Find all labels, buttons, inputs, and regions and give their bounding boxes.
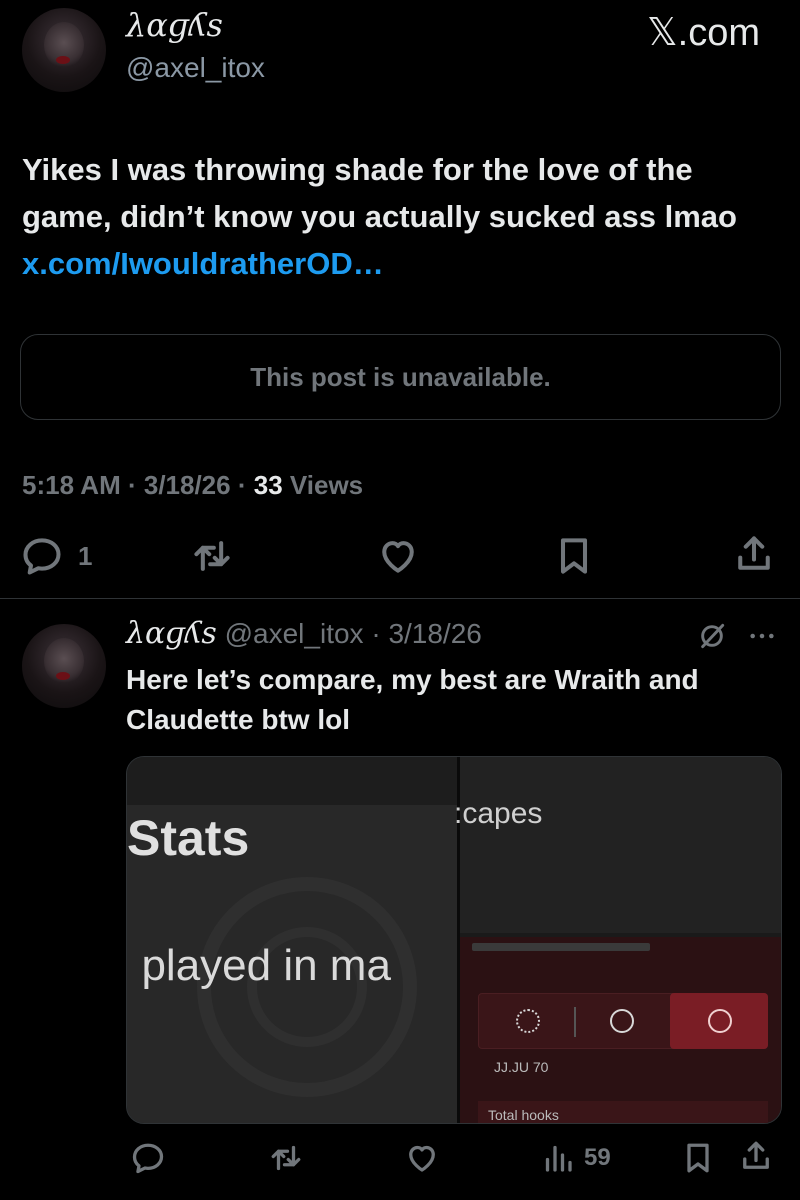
share-icon: [738, 536, 770, 570]
unavailable-message: This post is unavailable.: [250, 361, 551, 392]
reply-share-button[interactable]: [738, 1138, 774, 1174]
post-text: Yikes I was throwing shade for the love …: [22, 146, 782, 287]
skull-icon: [708, 1009, 732, 1033]
repost-icon: [194, 541, 230, 571]
emblem-icon: [610, 1009, 634, 1033]
media-played-text: ; played in ma: [126, 941, 391, 990]
post-divider: [0, 598, 800, 599]
media-escapes-title: :capes: [454, 797, 543, 830]
meta-separator-dot: ·: [237, 470, 254, 500]
analytics-icon: [545, 1145, 572, 1172]
author-handle[interactable]: @axel_itox: [126, 52, 265, 84]
reply-reply-button[interactable]: [130, 1140, 166, 1176]
heart-icon: [382, 541, 414, 573]
post-text-body: Yikes I was throwing shade for the love …: [22, 152, 737, 234]
share-button[interactable]: [732, 532, 776, 576]
grok-icon[interactable]: [696, 620, 728, 657]
reply-icon: [132, 1143, 164, 1174]
reply-bookmark-button[interactable]: [680, 1140, 716, 1176]
meta-separator-dot: ·: [127, 470, 144, 500]
like-button[interactable]: [376, 534, 420, 578]
views-count: 33: [253, 470, 283, 500]
reply-views-count: 59: [584, 1144, 611, 1171]
views-button[interactable]: 59: [540, 1140, 611, 1176]
post-date[interactable]: 3/18/26: [144, 470, 231, 500]
reply-text: Here let’s compare, my best are Wraith a…: [126, 664, 699, 735]
reply-like-button[interactable]: [404, 1140, 440, 1176]
post-link[interactable]: x.com/IwouldratherOD…: [22, 246, 384, 281]
repost-button[interactable]: [190, 534, 234, 578]
media-percent: JJ.JU 70: [494, 1059, 549, 1075]
media-slider: [472, 943, 650, 951]
reply-header: λɑɡʎs @axel_itox · 3/18/26: [126, 616, 482, 651]
reply-count: 1: [78, 540, 93, 571]
bookmark-icon: [687, 1143, 709, 1173]
share-icon: [743, 1141, 769, 1169]
reply-button[interactable]: 1: [20, 534, 92, 578]
media-right-panel: :capes JJ.JU 70 Total hooks: [454, 757, 781, 1123]
bookmark-icon: [560, 538, 588, 574]
heart-icon: [409, 1145, 435, 1172]
x-logo: 𝕏.com: [647, 12, 760, 54]
reply-author-display-name[interactable]: λɑɡʎs: [126, 616, 217, 651]
media-left-panel: Stats ; played in ma: [126, 757, 457, 1123]
media-stats-title: Stats: [127, 810, 250, 866]
attached-image[interactable]: Stats ; played in ma :capes JJ.JU 70 Tot…: [126, 756, 782, 1124]
reply-repost-button[interactable]: [268, 1140, 304, 1176]
reply-author-handle[interactable]: @axel_itox: [225, 618, 364, 649]
media-total-hooks: Total hooks: [488, 1107, 559, 1123]
post-time[interactable]: 5:18 AM: [22, 470, 121, 500]
post-meta: 5:18 AM · 3/18/26 · 33 Views: [22, 470, 363, 501]
survivor-icon: [516, 1009, 540, 1033]
reply-date[interactable]: 3/18/26: [388, 618, 481, 649]
reply-author-avatar[interactable]: [22, 624, 106, 708]
quoted-post-card: This post is unavailable.: [20, 334, 781, 420]
views-label: Views: [289, 470, 364, 500]
meta-separator-dot: ·: [371, 618, 381, 649]
reply-icon: [23, 538, 61, 575]
bookmark-button[interactable]: [552, 534, 596, 578]
author-avatar[interactable]: [22, 8, 106, 92]
more-options-icon[interactable]: [746, 620, 778, 657]
author-display-name[interactable]: λɑɡʎs: [126, 6, 223, 44]
repost-icon: [271, 1145, 301, 1171]
